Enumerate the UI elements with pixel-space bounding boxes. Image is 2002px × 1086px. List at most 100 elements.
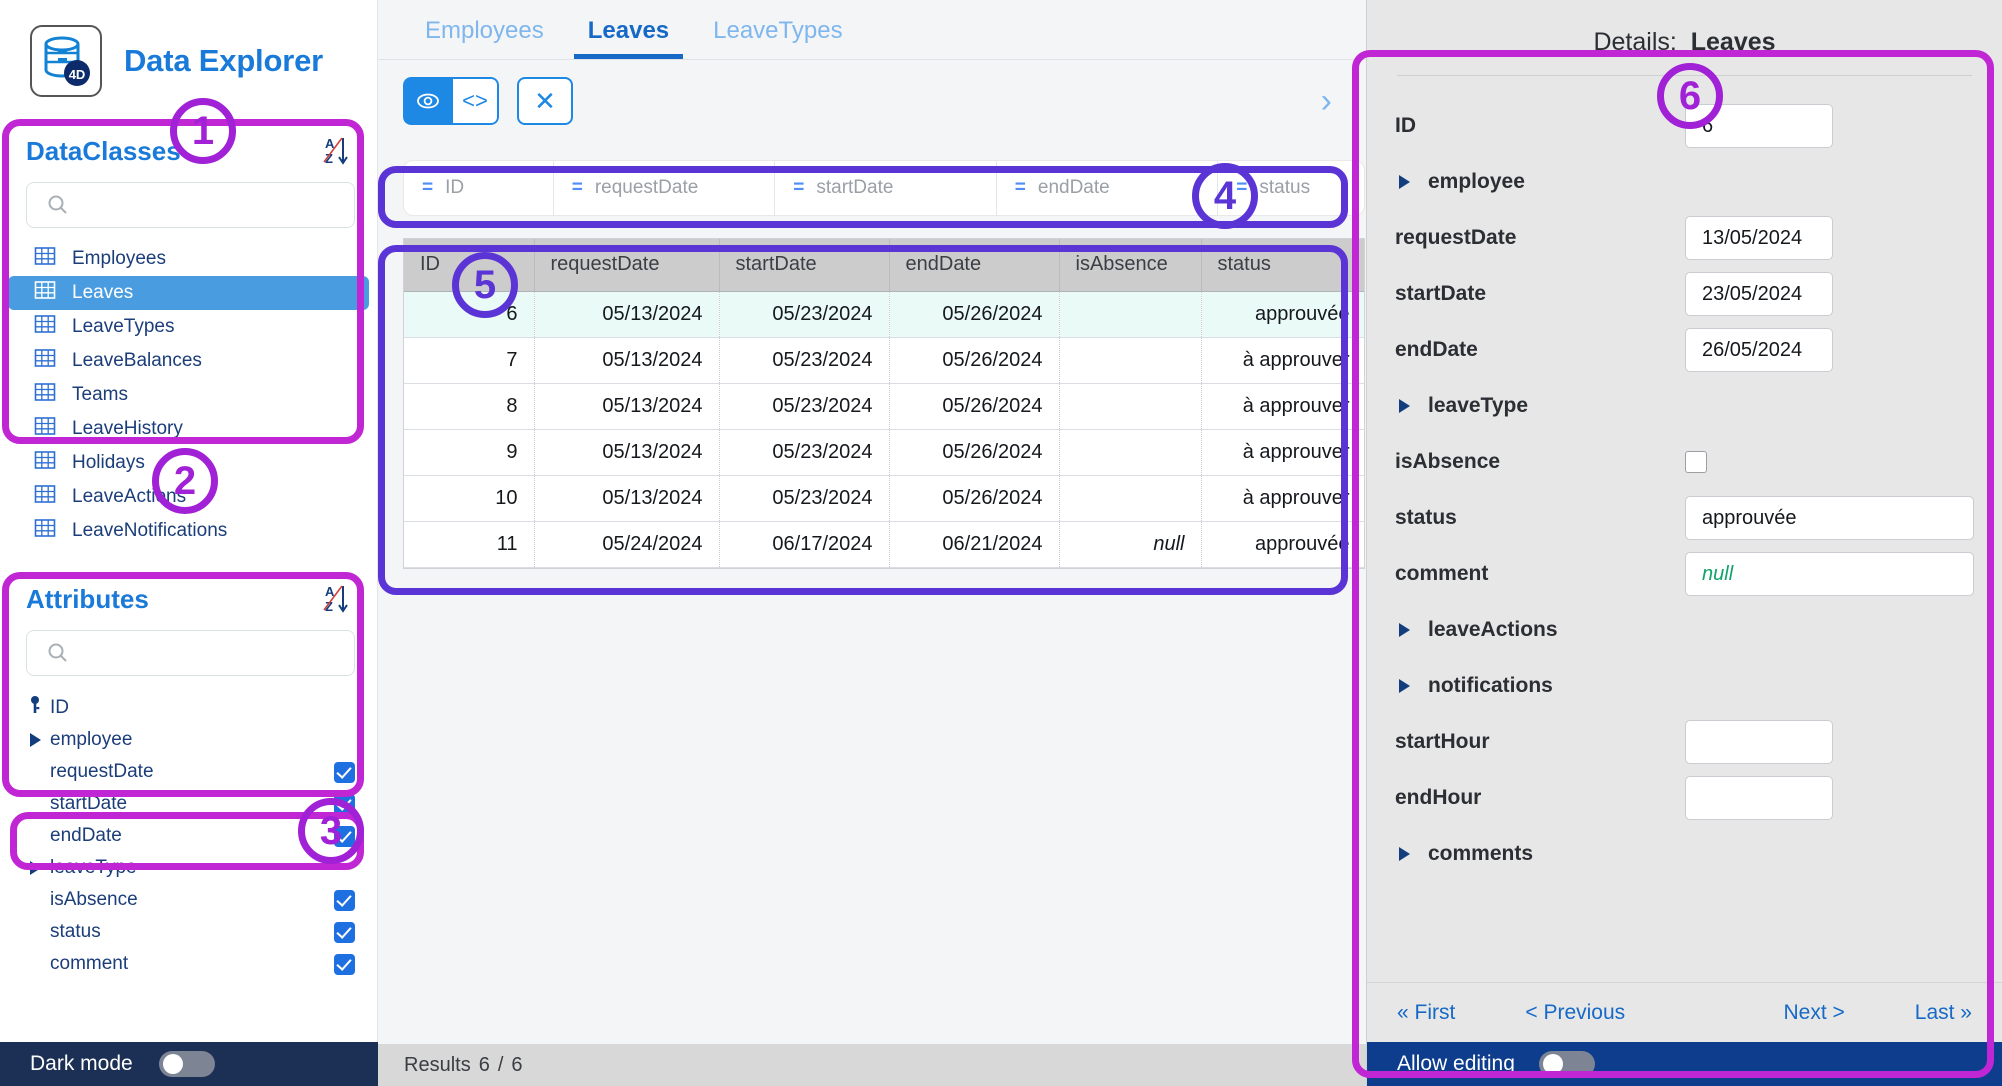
table-row[interactable]: 10 05/13/2024 05/23/2024 05/26/2024 à approu…	[404, 475, 1364, 522]
close-x-icon[interactable]: ✕	[517, 77, 573, 125]
cell-startdate[interactable]: 05/23/2024	[719, 429, 890, 476]
cell-startdate[interactable]: 05/23/2024	[719, 337, 890, 384]
nav-first-link[interactable]: « First	[1397, 1001, 1455, 1025]
cell-requestdate[interactable]: 05/24/2024	[534, 521, 720, 568]
details-input-startdate[interactable]: 23/05/2024	[1685, 272, 1833, 316]
cell-requestdate[interactable]: 05/13/2024	[534, 475, 720, 522]
dataclass-item-leavehistory[interactable]: LeaveHistory	[8, 412, 369, 446]
dataclass-item-leaves[interactable]: Leaves	[8, 276, 369, 310]
cell-status[interactable]: à approuver	[1201, 475, 1364, 522]
attribute-row-id[interactable]: ID	[0, 692, 377, 724]
expand-triangle-icon[interactable]	[1399, 679, 1410, 693]
cell-startdate[interactable]: 05/23/2024	[719, 383, 890, 430]
dataclasses-search-input[interactable]	[79, 195, 354, 215]
cell-status[interactable]: à approuver	[1201, 383, 1364, 430]
table-row[interactable]: 8 05/13/2024 05/23/2024 05/26/2024 à approuv…	[404, 383, 1364, 430]
filter-cell-startdate[interactable]: = startDate	[775, 161, 997, 215]
details-input-id[interactable]: 6	[1685, 104, 1833, 148]
cell-status[interactable]: approuvée	[1201, 521, 1364, 568]
details-checkbox-isabsence[interactable]	[1685, 451, 1707, 473]
cell-isabsence[interactable]	[1059, 475, 1202, 522]
nav-next-link[interactable]: Next >	[1784, 1001, 1845, 1025]
cell-isabsence[interactable]	[1059, 429, 1202, 476]
attribute-checkbox[interactable]	[334, 825, 355, 847]
dark-mode-toggle[interactable]	[158, 1051, 215, 1077]
attribute-row-comment[interactable]: comment	[0, 948, 377, 980]
expand-triangle-icon[interactable]	[1399, 623, 1410, 637]
attribute-row-leavetype[interactable]: leaveType	[0, 852, 377, 884]
dataclass-item-leavetypes[interactable]: LeaveTypes	[8, 310, 369, 344]
cell-id[interactable]: 6	[404, 291, 535, 338]
details-input-comment[interactable]: null	[1685, 552, 1974, 596]
filter-operator-icon[interactable]: =	[572, 177, 583, 199]
attribute-checkbox[interactable]	[334, 953, 355, 975]
cell-isabsence[interactable]	[1059, 337, 1202, 384]
sort-az-descending-icon[interactable]: A Z	[321, 134, 355, 168]
attribute-row-startdate[interactable]: startDate	[0, 788, 377, 820]
column-header-id[interactable]: ID	[404, 239, 535, 292]
filter-operator-icon[interactable]: =	[793, 177, 804, 199]
cell-requestdate[interactable]: 05/13/2024	[534, 291, 720, 338]
details-input-requestdate[interactable]: 13/05/2024	[1685, 216, 1833, 260]
cell-startdate[interactable]: 06/17/2024	[719, 521, 890, 568]
details-input-endhour[interactable]	[1685, 776, 1833, 820]
cell-status[interactable]: à approuver	[1201, 429, 1364, 476]
cell-enddate[interactable]: 05/26/2024	[889, 429, 1060, 476]
details-relation-notifications[interactable]: notifications	[1395, 674, 1685, 698]
cell-enddate[interactable]: 05/26/2024	[889, 383, 1060, 430]
chevron-right-icon[interactable]: ›	[1321, 82, 1336, 121]
filter-operator-icon[interactable]: =	[422, 177, 433, 199]
cell-enddate[interactable]: 05/26/2024	[889, 337, 1060, 384]
dataclass-item-employees[interactable]: Employees	[8, 242, 369, 276]
dataclasses-search-box[interactable]	[26, 182, 355, 228]
cell-requestdate[interactable]: 05/13/2024	[534, 383, 720, 430]
cell-id[interactable]: 9	[404, 429, 535, 476]
attribute-row-employee[interactable]: employee	[0, 724, 377, 756]
column-header-isabsence[interactable]: isAbsence	[1059, 239, 1202, 292]
cell-id[interactable]: 7	[404, 337, 535, 384]
eye-icon[interactable]	[403, 77, 451, 125]
cell-status[interactable]: approuvée	[1201, 291, 1364, 338]
cell-startdate[interactable]: 05/23/2024	[719, 291, 890, 338]
dataclass-item-leavebalances[interactable]: LeaveBalances	[8, 344, 369, 378]
table-row[interactable]: 6 05/13/2024 05/23/2024 05/26/2024 approuvée	[404, 291, 1364, 338]
details-relation-leaveactions[interactable]: leaveActions	[1395, 618, 1685, 642]
details-input-starthour[interactable]	[1685, 720, 1833, 764]
nav-last-link[interactable]: Last »	[1915, 1001, 1972, 1025]
column-header-requestdate[interactable]: requestDate	[534, 239, 720, 292]
cell-startdate[interactable]: 05/23/2024	[719, 475, 890, 522]
tab-leavetypes[interactable]: LeaveTypes	[691, 17, 864, 59]
expand-triangle-icon[interactable]	[29, 861, 41, 875]
cell-isabsence[interactable]	[1059, 383, 1202, 430]
cell-id[interactable]: 11	[404, 521, 535, 568]
filter-operator-icon[interactable]: =	[1236, 177, 1247, 199]
nav-previous-link[interactable]: < Previous	[1525, 1001, 1625, 1025]
details-relation-leavetype[interactable]: leaveType	[1395, 394, 1685, 418]
expand-triangle-icon[interactable]	[29, 733, 41, 747]
column-header-status[interactable]: status	[1201, 239, 1364, 292]
filter-cell-requestdate[interactable]: = requestDate	[554, 161, 776, 215]
attribute-checkbox[interactable]	[334, 921, 355, 943]
attributes-search-input[interactable]	[79, 643, 354, 663]
cell-isabsence[interactable]: null	[1059, 521, 1202, 568]
cell-isabsence[interactable]	[1059, 291, 1202, 338]
tab-leaves[interactable]: Leaves	[566, 17, 691, 59]
tab-employees[interactable]: Employees	[403, 17, 566, 59]
table-row[interactable]: 11 05/24/2024 06/17/2024 06/21/2024 null appr…	[404, 521, 1364, 568]
attribute-row-enddate[interactable]: endDate	[0, 820, 377, 852]
cell-requestdate[interactable]: 05/13/2024	[534, 429, 720, 476]
cell-id[interactable]: 8	[404, 383, 535, 430]
attribute-checkbox[interactable]	[334, 889, 355, 911]
attribute-checkbox[interactable]	[334, 793, 355, 815]
details-input-enddate[interactable]: 26/05/2024	[1685, 328, 1833, 372]
attributes-search-box[interactable]	[26, 630, 355, 676]
attribute-row-requestdate[interactable]: requestDate	[0, 756, 377, 788]
table-row[interactable]: 9 05/13/2024 05/23/2024 05/26/2024 à approuv…	[404, 429, 1364, 476]
expand-triangle-icon[interactable]	[1399, 847, 1410, 861]
details-relation-employee[interactable]: employee	[1395, 170, 1685, 194]
filter-cell-status[interactable]: = status	[1218, 161, 1364, 215]
details-relation-comments[interactable]: comments	[1395, 842, 1685, 866]
cell-status[interactable]: à approuver	[1201, 337, 1364, 384]
table-row[interactable]: 7 05/13/2024 05/23/2024 05/26/2024 à approuv…	[404, 337, 1364, 384]
attributes-sort-az-descending-icon[interactable]: A Z	[321, 582, 355, 616]
